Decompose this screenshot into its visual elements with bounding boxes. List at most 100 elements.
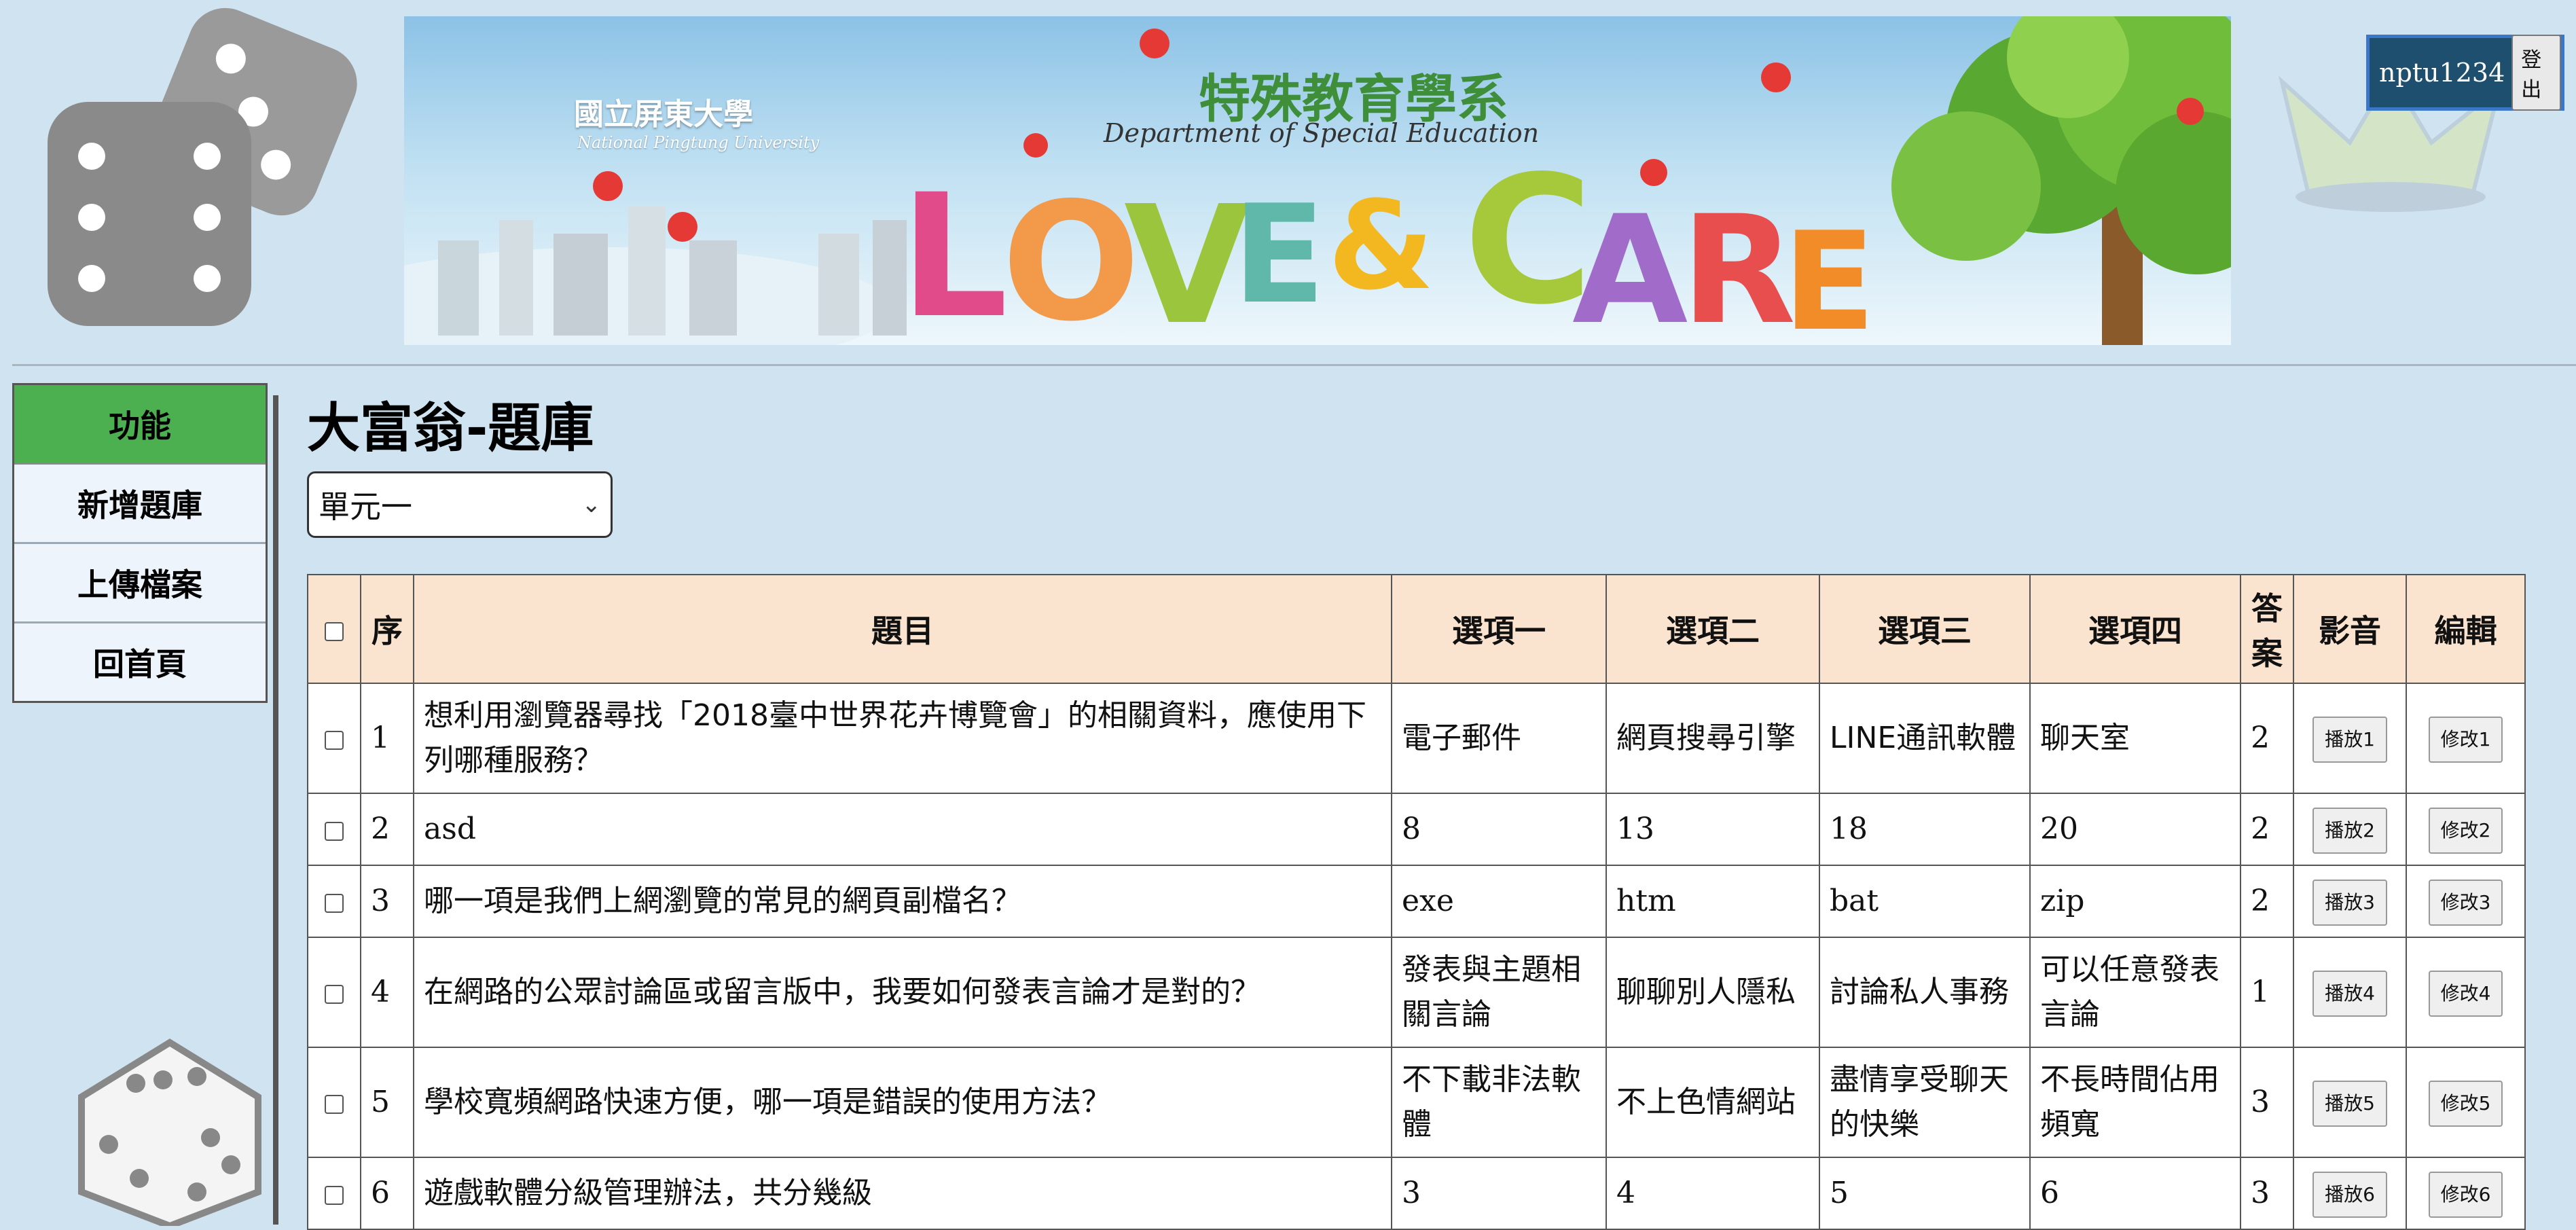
row-media-cell: 播放4 xyxy=(2293,937,2407,1048)
edit-button[interactable]: 修改1 xyxy=(2428,717,2503,763)
play-button[interactable]: 播放5 xyxy=(2312,1081,2387,1127)
header-media: 影音 xyxy=(2293,574,2407,684)
row-option-4: 20 xyxy=(2029,793,2241,866)
row-edit-cell: 修改2 xyxy=(2406,793,2526,866)
row-media-cell: 播放6 xyxy=(2293,1157,2407,1230)
dice-decoration-bottom xyxy=(78,1038,261,1226)
svg-text:V: V xyxy=(1124,170,1250,345)
row-select-cell xyxy=(307,683,361,794)
row-index: 5 xyxy=(360,1047,414,1158)
row-answer: 2 xyxy=(2240,793,2294,866)
row-edit-cell: 修改3 xyxy=(2406,865,2526,938)
table-row: 2 asd 8 13 18 20 2 播放2 修改2 xyxy=(307,793,2526,866)
row-option-4: 不長時間佔用頻寬 xyxy=(2029,1047,2241,1158)
row-answer: 1 xyxy=(2240,937,2294,1048)
svg-text:R: R xyxy=(1681,183,1796,345)
row-question: 想利用瀏覽器尋找「2018臺中世界花卉博覽會」的相關資料，應使用下列哪種服務？ xyxy=(413,683,1392,794)
edit-button[interactable]: 修改3 xyxy=(2428,880,2503,926)
select-all-checkbox[interactable] xyxy=(325,621,344,641)
svg-text:A: A xyxy=(1572,183,1688,345)
row-edit-cell: 修改5 xyxy=(2406,1047,2526,1158)
row-checkbox[interactable] xyxy=(325,893,344,913)
play-button[interactable]: 播放2 xyxy=(2312,808,2387,854)
row-answer: 3 xyxy=(2240,1047,2294,1158)
row-question: 在網路的公眾討論區或留言版中，我要如何發表言論才是對的？ xyxy=(413,937,1392,1048)
play-button[interactable]: 播放4 xyxy=(2312,971,2387,1017)
svg-text:&: & xyxy=(1328,175,1434,317)
row-option-2: 13 xyxy=(1606,793,1820,866)
university-name-en: National Pingtung University xyxy=(577,133,820,152)
content-divider xyxy=(273,395,278,1225)
row-option-1: exe xyxy=(1391,865,1607,938)
row-checkbox[interactable] xyxy=(325,984,344,1004)
row-option-4: 6 xyxy=(2029,1157,2241,1230)
table-header-row: 序 題目 選項一 選項二 選項三 選項四 答案 影音 編輯 xyxy=(307,574,2526,684)
user-panel: nptu1234 登出 xyxy=(2366,35,2564,111)
menu-item-home[interactable]: 回首頁 xyxy=(14,623,266,701)
row-edit-cell: 修改6 xyxy=(2406,1157,2526,1230)
edit-button[interactable]: 修改4 xyxy=(2428,971,2503,1017)
table-row: 3 哪一項是我們上網瀏覽的常見的網頁副檔名？ exe htm bat zip 2… xyxy=(307,865,2526,938)
row-option-3: 討論私人事務 xyxy=(1819,937,2031,1048)
play-button[interactable]: 播放3 xyxy=(2312,880,2387,926)
row-index: 4 xyxy=(360,937,414,1048)
table-row: 6 遊戲軟體分級管理辦法，共分幾級 3 4 5 6 3 播放6 修改6 xyxy=(307,1157,2526,1230)
row-answer: 2 xyxy=(2240,683,2294,794)
header-index: 序 xyxy=(360,574,414,684)
row-media-cell: 播放1 xyxy=(2293,683,2407,794)
svg-text:E: E xyxy=(1783,203,1876,345)
row-index: 3 xyxy=(360,865,414,938)
row-select-cell xyxy=(307,793,361,866)
row-option-4: zip xyxy=(2029,865,2241,938)
play-button[interactable]: 播放6 xyxy=(2312,1172,2387,1218)
row-option-1: 3 xyxy=(1391,1157,1607,1230)
row-option-4: 可以任意發表言論 xyxy=(2029,937,2241,1048)
edit-button[interactable]: 修改2 xyxy=(2428,808,2503,854)
header-answer: 答案 xyxy=(2240,574,2294,684)
unit-select[interactable]: 單元一 ⌄ xyxy=(307,471,613,538)
side-menu-header: 功能 xyxy=(14,385,266,465)
play-button[interactable]: 播放1 xyxy=(2312,717,2387,763)
row-media-cell: 播放2 xyxy=(2293,793,2407,866)
row-option-3: bat xyxy=(1819,865,2031,938)
header-option-2: 選項二 xyxy=(1606,574,1820,684)
header-option-4: 選項四 xyxy=(2029,574,2241,684)
row-option-2: 網頁搜尋引擎 xyxy=(1606,683,1820,794)
row-checkbox[interactable] xyxy=(325,730,344,750)
header-edit: 編輯 xyxy=(2406,574,2526,684)
row-option-1: 發表與主題相關言論 xyxy=(1391,937,1607,1048)
svg-text:O: O xyxy=(1002,167,1140,345)
row-select-cell xyxy=(307,865,361,938)
dice-decoration-top xyxy=(48,7,357,326)
row-select-cell xyxy=(307,937,361,1048)
row-option-2: htm xyxy=(1606,865,1820,938)
table-row: 5 學校寬頻網路快速方便，哪一項是錯誤的使用方法？ 不下載非法軟體 不上色情網站… xyxy=(307,1047,2526,1158)
row-question: 遊戲軟體分級管理辦法，共分幾級 xyxy=(413,1157,1392,1230)
row-question: asd xyxy=(413,793,1392,866)
page-title: 大富翁-題庫 xyxy=(307,398,594,459)
header-option-1: 選項一 xyxy=(1391,574,1607,684)
edit-button[interactable]: 修改5 xyxy=(2428,1081,2503,1127)
row-option-3: 盡情享受聊天的快樂 xyxy=(1819,1047,2031,1158)
select-all-cell xyxy=(307,574,361,684)
row-select-cell xyxy=(307,1047,361,1158)
side-menu: 功能 新增題庫 上傳檔案 回首頁 xyxy=(12,383,268,703)
edit-button[interactable]: 修改6 xyxy=(2428,1172,2503,1218)
chevron-down-icon: ⌄ xyxy=(581,491,602,518)
row-checkbox[interactable] xyxy=(325,821,344,841)
logout-button[interactable]: 登出 xyxy=(2511,35,2561,111)
department-name-en: Department of Special Education xyxy=(1104,118,1540,148)
row-select-cell xyxy=(307,1157,361,1230)
row-option-4: 聊天室 xyxy=(2029,683,2241,794)
row-question: 哪一項是我們上網瀏覽的常見的網頁副檔名？ xyxy=(413,865,1392,938)
header-option-3: 選項三 xyxy=(1819,574,2031,684)
department-banner: L O V E & C A R E 國立屏東大學 National Pingtu… xyxy=(404,16,2231,345)
header-divider xyxy=(12,364,2576,366)
menu-item-add-question-bank[interactable]: 新增題庫 xyxy=(14,465,266,544)
question-table: 序 題目 選項一 選項二 選項三 選項四 答案 影音 編輯 1 想利用瀏覽器尋找… xyxy=(307,574,2526,1230)
row-index: 6 xyxy=(360,1157,414,1230)
row-checkbox[interactable] xyxy=(325,1094,344,1114)
row-checkbox[interactable] xyxy=(325,1185,344,1205)
row-edit-cell: 修改1 xyxy=(2406,683,2526,794)
menu-item-upload-file[interactable]: 上傳檔案 xyxy=(14,544,266,623)
